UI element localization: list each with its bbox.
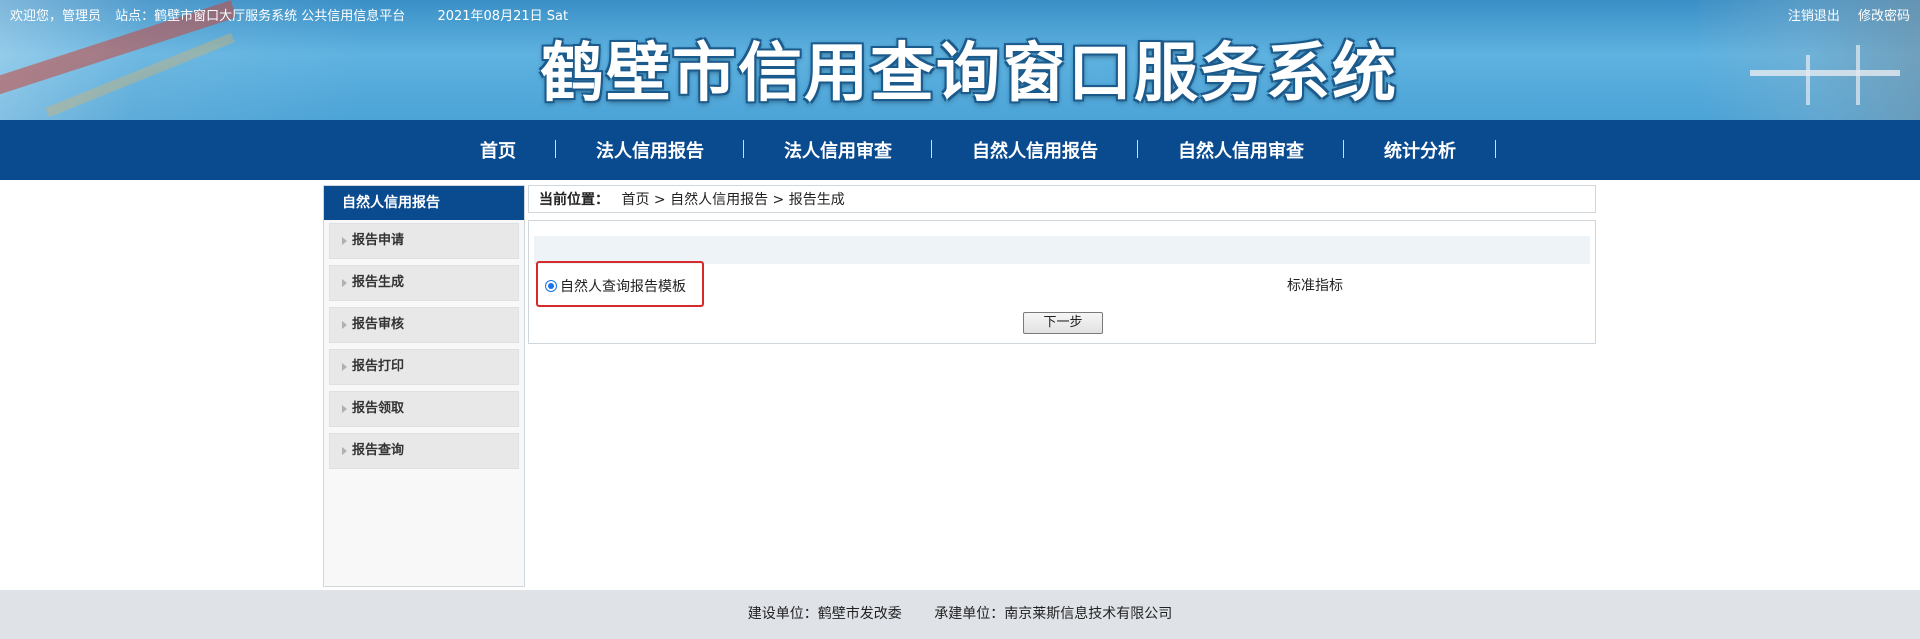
sidebar-item-label: 报告查询 xyxy=(352,443,405,458)
breadcrumb: 当前位置： 首页 > 自然人信用报告 > 报告生成 xyxy=(528,185,1596,213)
change-password-link[interactable]: 修改密码 xyxy=(1858,9,1910,24)
footer-contractor: 承建单位：南京莱斯信息技术有限公司 xyxy=(934,606,1173,622)
arrow-right-icon xyxy=(342,363,347,371)
sidebar-item-report-print[interactable]: 报告打印 xyxy=(329,349,519,385)
nav-item-natural-person-report[interactable]: 自然人信用报告 xyxy=(932,137,1138,163)
breadcrumb-path: 首页 > 自然人信用报告 > 报告生成 xyxy=(621,192,845,208)
account-links: 注销退出 修改密码 xyxy=(1774,5,1910,24)
arrow-right-icon xyxy=(342,279,347,287)
template-radio-label[interactable]: 自然人查询报告模板 xyxy=(560,276,686,296)
arrow-right-icon xyxy=(342,321,347,329)
report-template-panel: 自然人查询报告模板 标准指标 下一步 xyxy=(528,220,1596,344)
sidebar-item-label: 报告打印 xyxy=(352,359,405,374)
sidebar-item-report-generate[interactable]: 报告生成 xyxy=(329,265,519,301)
sidebar-item-report-collect[interactable]: 报告领取 xyxy=(329,391,519,427)
arrow-right-icon xyxy=(342,237,347,245)
bridge-deck-decoration xyxy=(1750,70,1900,76)
nav-item-legal-person-review[interactable]: 法人信用审查 xyxy=(744,137,932,163)
welcome-bar: 欢迎您，管理员 站点：鹤壁市窗口大厅服务系统 公共信用信息平台 2021年08月… xyxy=(10,5,578,24)
sidebar-item-report-audit[interactable]: 报告审核 xyxy=(329,307,519,343)
nav-item-legal-person-report[interactable]: 法人信用报告 xyxy=(556,137,744,163)
arrow-right-icon xyxy=(342,447,347,455)
main-nav: 首页 法人信用报告 法人信用审查 自然人信用报告 自然人信用审查 统计分析 xyxy=(0,120,1920,180)
station-text: 站点：鹤壁市窗口大厅服务系统 公共信用信息平台 xyxy=(115,9,406,24)
sidebar-list: 报告申请 报告生成 报告审核 报告打印 报告领取 报告查询 xyxy=(324,220,524,469)
sidebar-item-label: 报告审核 xyxy=(352,317,405,332)
header-banner: 欢迎您，管理员 站点：鹤壁市窗口大厅服务系统 公共信用信息平台 2021年08月… xyxy=(0,0,1920,120)
nav-items: 首页 法人信用报告 法人信用审查 自然人信用报告 自然人信用审查 统计分析 xyxy=(440,120,1496,180)
panel-header-band xyxy=(534,236,1590,264)
arrow-right-icon xyxy=(342,405,347,413)
breadcrumb-label: 当前位置： xyxy=(539,192,609,208)
sidebar-item-label: 报告生成 xyxy=(352,275,405,290)
logout-link[interactable]: 注销退出 xyxy=(1788,9,1840,24)
welcome-text: 欢迎您，管理员 xyxy=(10,9,102,24)
template-radio[interactable] xyxy=(545,280,557,292)
nav-item-home[interactable]: 首页 xyxy=(440,137,556,163)
nav-item-natural-person-review[interactable]: 自然人信用审查 xyxy=(1138,137,1344,163)
footer: 建设单位：鹤壁市发改委 承建单位：南京莱斯信息技术有限公司 xyxy=(0,590,1920,639)
sidebar-item-report-apply[interactable]: 报告申请 xyxy=(329,223,519,259)
site-title: 鹤壁市信用查询窗口服务系统 xyxy=(540,37,1398,111)
next-step-button[interactable]: 下一步 xyxy=(1023,312,1103,334)
footer-builder: 建设单位：鹤壁市发改委 xyxy=(747,606,902,622)
sidebar: 自然人信用报告 报告申请 报告生成 报告审核 报告打印 报告领取 报告查询 xyxy=(323,185,525,587)
bridge-pillar-decoration xyxy=(1856,45,1860,105)
sidebar-item-label: 报告领取 xyxy=(352,401,405,416)
sidebar-title: 自然人信用报告 xyxy=(324,186,524,220)
standard-indicator-label: 标准指标 xyxy=(1287,278,1343,294)
sidebar-item-label: 报告申请 xyxy=(352,233,405,248)
template-option[interactable]: 自然人查询报告模板 xyxy=(545,276,686,296)
sidebar-item-report-query[interactable]: 报告查询 xyxy=(329,433,519,469)
nav-item-statistics[interactable]: 统计分析 xyxy=(1344,137,1496,163)
bridge-pillar-decoration xyxy=(1806,55,1810,105)
radio-checked-dot xyxy=(548,283,554,289)
